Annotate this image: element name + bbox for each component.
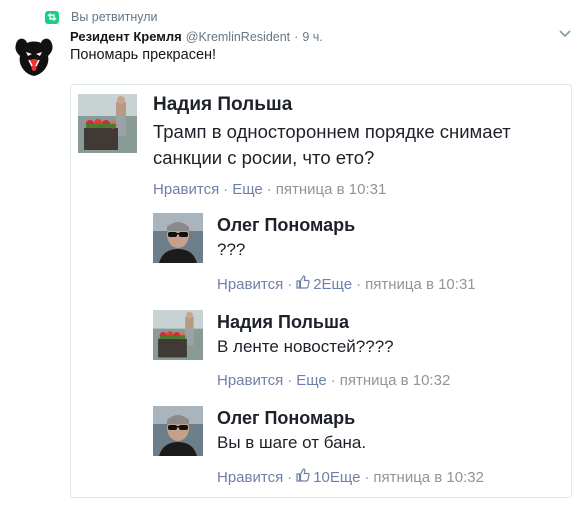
commenter-name[interactable]: Олег Пономарь: [217, 408, 355, 429]
author-avatar[interactable]: [10, 30, 58, 78]
retweet-context: Вы ретвитнули: [45, 9, 158, 25]
reply-link[interactable]: Еще: [322, 276, 353, 293]
like-link[interactable]: Нравится: [153, 181, 219, 198]
comment-timestamp[interactable]: пятница в 10:32: [373, 469, 484, 486]
comment-timestamp[interactable]: пятница в 10:32: [340, 372, 451, 389]
avatar-flowers: [78, 94, 137, 153]
comment-3: Надия Польша В ленте новостей???? Нравит…: [153, 310, 568, 392]
reply-link[interactable]: Еще: [232, 181, 263, 198]
comment-text-line-1: В ленте новостей????: [217, 337, 394, 356]
comment-meta: Нравится · Еще · пятница в 10:32: [217, 372, 451, 389]
like-link[interactable]: Нравится: [217, 469, 283, 486]
like-link[interactable]: Нравится: [217, 372, 283, 389]
comment-text-line-2: санкции с росии, что ето?: [153, 147, 375, 168]
header-separator: ·: [294, 30, 299, 44]
commenter-name[interactable]: Надия Польша: [153, 94, 292, 116]
commenter-name[interactable]: Олег Пономарь: [217, 215, 355, 236]
like-count-value: 2: [313, 275, 322, 293]
reply-link[interactable]: Еще: [296, 372, 327, 389]
avatar-man-sunglasses: [153, 406, 203, 456]
like-count-value: 10: [313, 468, 330, 486]
chevron-down-icon[interactable]: [559, 29, 571, 41]
commenter-name[interactable]: Надия Польша: [217, 312, 349, 333]
tweet-header: Резидент Кремля @KremlinResident · 9 ч.: [70, 29, 575, 44]
avatar-man-sunglasses: [153, 213, 203, 263]
like-link[interactable]: Нравится: [217, 276, 283, 293]
tweet-time[interactable]: 9 ч.: [302, 30, 322, 44]
comment-text-line-1: Вы в шаге от бана.: [217, 433, 367, 452]
comment-timestamp[interactable]: пятница в 10:31: [365, 276, 476, 293]
comment-text-line-1: ???: [217, 240, 246, 259]
retweet-label: Вы ретвитнули: [71, 10, 158, 24]
comment-meta: Нравится · 10 Еще · пятница в 10:32: [217, 468, 484, 486]
avatar-flowers: [153, 310, 203, 360]
thumbs-up-icon: [296, 468, 313, 486]
comment-1: Надия Польша Трамп в одностороннем поряд…: [78, 94, 568, 204]
embedded-image[interactable]: Надия Польша Трамп в одностороннем поряд…: [70, 84, 572, 498]
comment-4: Олег Пономарь Вы в шаге от бана. Нравитс…: [153, 406, 568, 488]
comment-timestamp[interactable]: пятница в 10:31: [276, 181, 387, 198]
author-handle[interactable]: @KremlinResident: [186, 30, 290, 44]
reply-link[interactable]: Еще: [330, 469, 361, 486]
author-name[interactable]: Резидент Кремля: [70, 29, 182, 44]
comment-meta: Нравится · Еще · пятница в 10:31: [153, 181, 387, 198]
tweet-text: Пономарь прекрасен!: [70, 47, 217, 63]
comment-text-line-1: Трамп в одностороннем порядке снимает: [153, 121, 511, 142]
thumbs-up-icon: [296, 275, 313, 293]
like-count[interactable]: 10: [296, 468, 330, 486]
comment-meta: Нравится · 2 Еще · пятница в 10:31: [217, 275, 476, 293]
retweet-icon: [45, 10, 59, 24]
comment-2: Олег Пономарь ??? Нравится · 2 Еще · пят…: [153, 213, 568, 295]
like-count[interactable]: 2: [296, 275, 322, 293]
